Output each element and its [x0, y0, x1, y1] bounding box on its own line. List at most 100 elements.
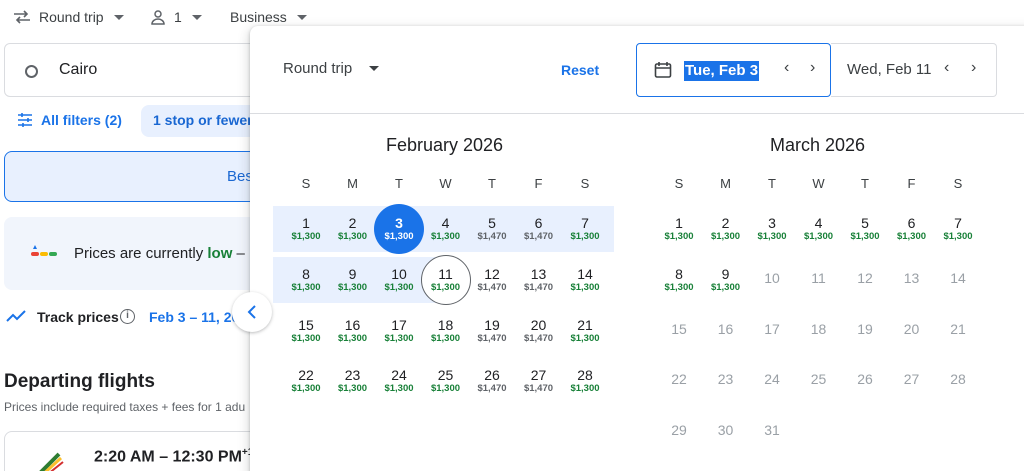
departure-date-input[interactable]: Tue, Feb 3 ‹ ›	[636, 43, 831, 97]
calendar-day[interactable]: 5 $1,300	[842, 208, 888, 256]
day-number: 17	[391, 317, 407, 333]
calendar-day[interactable]: 6 $1,470	[516, 208, 562, 256]
chevron-left-icon[interactable]: ‹	[944, 59, 949, 77]
calendar-day[interactable]: 7 $1,300	[935, 208, 981, 256]
chevron-right-icon[interactable]: ›	[810, 59, 815, 77]
calendar-day[interactable]: 16 $1,300	[330, 310, 376, 358]
day-number: 13	[530, 266, 547, 282]
chevron-left-icon	[247, 305, 256, 319]
calendar-day[interactable]: 4 $1,300	[796, 208, 842, 256]
day-number: 2	[348, 215, 357, 231]
calendar-day: 25	[796, 360, 842, 408]
airline-logo-icon	[39, 452, 64, 471]
info-icon[interactable]: i	[120, 309, 135, 324]
calendar-day[interactable]: 15 $1,300	[283, 310, 329, 358]
day-number: 26	[857, 371, 873, 387]
calendar-day[interactable]: 10 $1,300	[376, 259, 422, 307]
return-day[interactable]: 11 $1,300	[420, 255, 471, 307]
all-filters-label: All filters (2)	[41, 112, 122, 128]
calendar-day[interactable]: 23 $1,300	[330, 360, 376, 408]
calendar-day[interactable]: 6 $1,300	[889, 208, 935, 256]
calendar-day[interactable]: 2 $1,300	[703, 208, 749, 256]
calendar-day[interactable]: 17 $1,300	[376, 310, 422, 358]
date-picker-header: Round trip Reset Tue, Feb 3 ‹ › Wed, Feb…	[250, 26, 1024, 114]
day-price: $1,470	[477, 383, 507, 394]
calendar-day[interactable]: 1 $1,300	[656, 208, 702, 256]
calendar-day: 17	[749, 310, 795, 358]
chevron-left-icon[interactable]: ‹	[784, 59, 789, 77]
chevron-right-icon[interactable]: ›	[971, 59, 976, 77]
day-number: 12	[857, 270, 873, 286]
calendar-day[interactable]: 19 $1,470	[469, 310, 515, 358]
calendar-day: 22	[656, 360, 702, 408]
day-price: $1,300	[291, 333, 321, 344]
track-dates-link[interactable]: Feb 3 – 11, 20	[149, 309, 239, 325]
passengers-dropdown[interactable]: 1	[150, 9, 202, 25]
calendar-day[interactable]: 7 $1,300	[562, 208, 608, 256]
calendar-day[interactable]: 22 $1,300	[283, 360, 329, 408]
day-price: $1,300	[664, 282, 694, 293]
calendar-day[interactable]: 4 $1,300	[423, 208, 469, 256]
day-price: $1,300	[570, 333, 600, 344]
weekday-label: T	[768, 176, 776, 191]
day-price: $1,300	[850, 231, 880, 242]
departure-day[interactable]: 3 $1,300	[374, 204, 424, 256]
previous-month-button[interactable]	[232, 292, 272, 332]
calendar-day[interactable]: 2 $1,300	[330, 208, 376, 256]
day-number: 18	[437, 317, 454, 333]
calendar-day[interactable]: 1 $1,300	[283, 208, 329, 256]
day-price: $1,300	[710, 282, 741, 293]
day-price: $1,300	[430, 282, 461, 293]
day-number: 22	[671, 371, 687, 387]
trip-type-dropdown[interactable]: Round trip	[13, 9, 124, 25]
calendar-day[interactable]: 21 $1,300	[562, 310, 608, 358]
month-title: February 2026	[385, 135, 504, 155]
weekday-label: W	[812, 176, 825, 191]
picker-trip-type-dropdown[interactable]: Round trip	[283, 60, 380, 77]
weekday-label: M	[347, 176, 358, 191]
day-number: 16	[717, 321, 734, 337]
day-number: 6	[534, 215, 543, 231]
calendar-day[interactable]: 12 $1,470	[469, 259, 515, 307]
day-number: 29	[671, 422, 687, 438]
calendar-day[interactable]: 28 $1,300	[562, 360, 608, 408]
calendar-day: 28	[935, 360, 981, 408]
calendar-day[interactable]: 5 $1,470	[469, 208, 515, 256]
weekday-label: T	[395, 176, 403, 191]
day-number: 10	[391, 266, 407, 282]
calendar-day[interactable]: 20 $1,470	[516, 310, 562, 358]
day-number: 5	[861, 215, 869, 231]
departing-flights-heading: Departing flights	[4, 371, 155, 392]
day-number: 19	[857, 321, 873, 337]
calendar-day[interactable]: 24 $1,300	[376, 360, 422, 408]
day-number: 21	[577, 317, 593, 333]
calendar-day[interactable]: 9 $1,300	[330, 259, 376, 307]
calendar-day[interactable]: 27 $1,470	[516, 360, 562, 408]
calendar-day[interactable]: 13 $1,470	[516, 259, 562, 307]
day-number: 30	[717, 422, 734, 438]
calendar-day[interactable]: 18 $1,300	[423, 310, 469, 358]
calendar-day[interactable]: 14 $1,300	[562, 259, 608, 307]
weekday-label: W	[439, 176, 452, 191]
day-number: 16	[344, 317, 361, 333]
calendar-day[interactable]: 25 $1,300	[423, 360, 469, 408]
trending-icon	[6, 310, 26, 322]
reset-button[interactable]: Reset	[561, 62, 599, 78]
calendar-day[interactable]: 26 $1,470	[469, 360, 515, 408]
day-number: 27	[530, 367, 547, 383]
day-price: $1,470	[523, 333, 554, 344]
day-price: $1,470	[477, 231, 507, 242]
cabin-class-dropdown[interactable]: Business	[230, 9, 307, 25]
calendar-day[interactable]: 8 $1,300	[656, 259, 702, 307]
calendar-day[interactable]: 9 $1,300	[703, 259, 749, 307]
track-prices-label: Track prices	[37, 309, 119, 325]
return-date-value: Wed, Feb 11	[847, 61, 932, 78]
day-price: $1,300	[710, 231, 741, 242]
return-date-input[interactable]: Wed, Feb 11 ‹ ›	[831, 43, 997, 97]
day-number: 2	[721, 215, 730, 231]
calendar-day[interactable]: 3 $1,300	[749, 208, 795, 256]
calendar-day[interactable]: 8 $1,300	[283, 259, 329, 307]
day-number: 23	[717, 371, 734, 387]
day-price: $1,300	[384, 383, 414, 394]
all-filters-button[interactable]: All filters (2)	[17, 112, 122, 128]
